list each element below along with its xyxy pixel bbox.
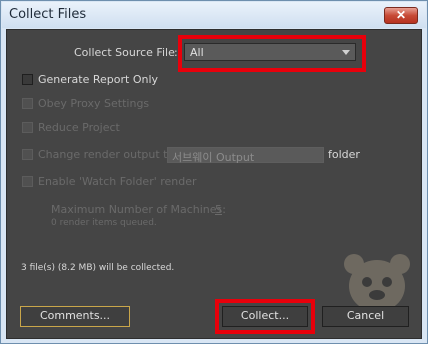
watch-folder-checkbox[interactable] (22, 176, 33, 187)
bear-watermark-icon (344, 254, 410, 312)
title-bar: Collect Files ✕ (2, 2, 426, 28)
highlight-box-dropdown (178, 35, 366, 72)
folder-label: folder (328, 148, 360, 161)
generate-report-label: Generate Report Only (38, 73, 159, 86)
comments-button[interactable]: Comments... (20, 306, 130, 327)
obey-proxy-checkbox[interactable] (22, 98, 33, 109)
dialog-content: Collect Source File : All Generate Repor… (6, 29, 422, 339)
reduce-project-label: Reduce Project (38, 121, 120, 134)
max-machines-value[interactable]: 5 (215, 203, 222, 216)
max-machines-label: Maximum Number of Machines: (51, 203, 226, 216)
collect-source-label: Collect Source File (74, 46, 175, 59)
change-render-output-label: Change render output to (38, 148, 175, 161)
close-button[interactable]: ✕ (384, 7, 418, 24)
cancel-button[interactable]: Cancel (322, 306, 409, 327)
reduce-project-checkbox[interactable] (22, 122, 33, 133)
dialog-title: Collect Files (9, 7, 87, 22)
change-render-output-checkbox[interactable] (22, 149, 33, 160)
generate-report-checkbox[interactable] (22, 74, 33, 85)
render-output-field[interactable]: 서브웨이 Output (167, 147, 324, 164)
render-output-placeholder: 서브웨이 Output (172, 151, 255, 164)
highlight-box-collect (215, 299, 315, 334)
queued-items-text: 0 render items queued. (51, 218, 157, 228)
collect-files-dialog: Collect Files ✕ Collect Source File : Al… (0, 0, 428, 344)
close-icon: ✕ (395, 8, 407, 22)
obey-proxy-label: Obey Proxy Settings (38, 97, 150, 110)
collect-summary: 3 file(s) (8.2 MB) will be collected. (21, 263, 175, 273)
watch-folder-label: Enable 'Watch Folder' render (38, 175, 197, 188)
